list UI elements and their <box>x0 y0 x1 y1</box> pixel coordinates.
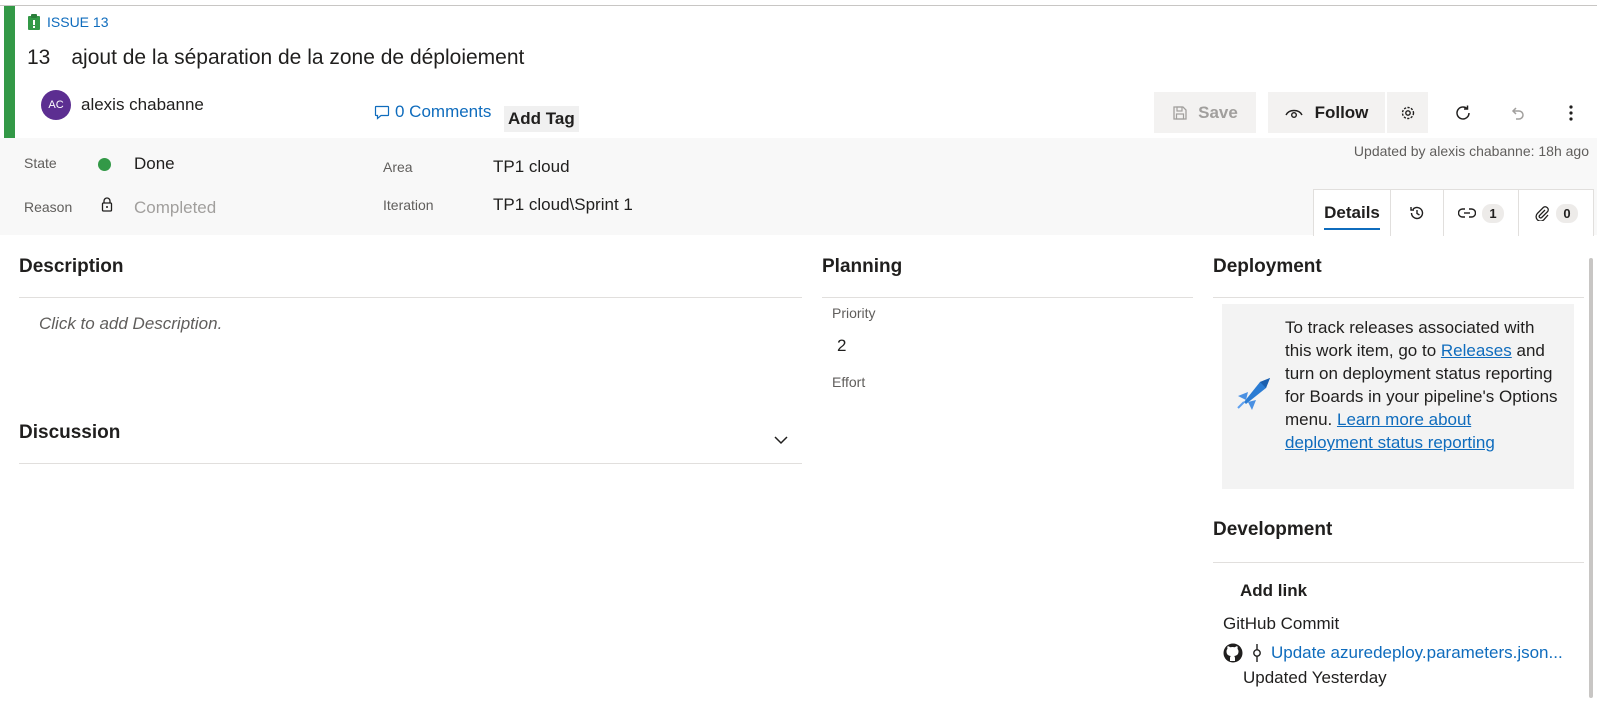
history-icon <box>1410 206 1424 220</box>
work-item-tabs: Details 1 0 <box>1313 189 1594 236</box>
assignee-picker[interactable]: AC alexis chabanne <box>41 90 204 120</box>
follow-button[interactable]: Follow <box>1268 92 1385 133</box>
description-editor[interactable]: Click to add Description. <box>39 314 222 334</box>
refresh-icon <box>1455 105 1470 120</box>
lock-icon <box>101 197 113 212</box>
gear-icon <box>1401 106 1414 119</box>
add-tag-button[interactable]: Add Tag <box>504 106 579 132</box>
state-value[interactable]: Done <box>134 154 175 174</box>
area-value[interactable]: TP1 cloud <box>493 157 570 177</box>
github-commit-group-label: GitHub Commit <box>1223 614 1340 633</box>
github-icon <box>1223 643 1243 663</box>
save-button[interactable]: Save <box>1154 92 1256 133</box>
iteration-label: Iteration <box>383 197 434 213</box>
undo-icon <box>1511 106 1524 120</box>
work-item-header: ISSUE 13 13 ajout de la séparation de la… <box>0 6 1597 138</box>
refresh-button[interactable] <box>1442 92 1483 133</box>
tab-links[interactable]: 1 <box>1444 190 1519 236</box>
attachments-count-badge: 0 <box>1556 203 1578 223</box>
vertical-scrollbar[interactable] <box>1589 258 1593 698</box>
priority-value[interactable]: 2 <box>837 336 846 356</box>
add-link-button[interactable]: Add link <box>1240 581 1307 601</box>
tab-details-label: Details <box>1324 203 1380 222</box>
paperclip-icon <box>1535 206 1550 221</box>
link-icon <box>1458 208 1477 218</box>
commit-item: Update azuredeploy.parameters.json... <box>1223 643 1563 663</box>
links-count-badge: 1 <box>1482 203 1504 223</box>
state-indicator-dot <box>98 158 111 171</box>
deployment-heading: Deployment <box>1213 256 1322 277</box>
deployment-message: To track releases associated with this w… <box>1285 316 1563 454</box>
deployment-info-box: To track releases associated with this w… <box>1222 304 1574 489</box>
save-label: Save <box>1198 102 1238 122</box>
updated-info[interactable]: Updated by alexis chabanne: 18h ago <box>1354 143 1589 159</box>
planning-heading: Planning <box>822 256 903 277</box>
reason-label: Reason <box>24 199 73 215</box>
tab-attachments[interactable]: 0 <box>1519 190 1593 236</box>
settings-button[interactable] <box>1387 92 1428 133</box>
releases-link[interactable]: Releases <box>1441 341 1512 360</box>
work-item-title[interactable]: ajout de la séparation de la zone de dép… <box>71 46 524 70</box>
area-label: Area <box>383 159 413 175</box>
description-heading: Description <box>19 256 124 277</box>
follow-label: Follow <box>1314 102 1369 122</box>
undo-button[interactable] <box>1496 92 1537 133</box>
title-row: 13 ajout de la séparation de la zone de … <box>27 46 524 70</box>
iteration-value[interactable]: TP1 cloud\Sprint 1 <box>493 195 633 215</box>
clipboard-icon <box>28 14 40 30</box>
discussion-heading[interactable]: Discussion <box>19 422 120 444</box>
priority-label: Priority <box>832 305 876 321</box>
eye-icon <box>1284 109 1303 118</box>
description-divider <box>19 297 802 298</box>
deployment-divider <box>1213 297 1584 298</box>
development-divider <box>1213 562 1584 563</box>
comments-count: 0 Comments <box>395 102 492 121</box>
comment-icon <box>374 105 390 120</box>
work-item-id: 13 <box>27 46 51 69</box>
assignee-name: alexis chabanne <box>81 95 204 114</box>
work-item-type-label: ISSUE 13 <box>47 14 109 30</box>
development-heading: Development <box>1213 519 1333 540</box>
more-vertical-icon <box>1568 104 1573 121</box>
commit-link[interactable]: Update azuredeploy.parameters.json... <box>1271 643 1563 663</box>
rocket-icon <box>1237 378 1270 410</box>
planning-divider <box>822 297 1193 298</box>
chevron-down-icon[interactable] <box>774 435 788 445</box>
tab-history[interactable] <box>1391 190 1444 236</box>
avatar: AC <box>41 90 71 120</box>
state-label: State <box>24 155 57 171</box>
tab-selected-underline <box>1324 228 1380 230</box>
comments-link[interactable]: 0 Comments <box>374 102 491 122</box>
save-icon <box>1173 105 1187 120</box>
discussion-divider <box>19 463 802 464</box>
work-item-type: ISSUE 13 <box>27 14 108 30</box>
commit-updated-time: Updated Yesterday <box>1243 668 1387 687</box>
effort-label: Effort <box>832 374 866 390</box>
more-actions-button[interactable] <box>1550 92 1591 133</box>
fields-panel: State Done Reason Completed Area TP1 clo… <box>0 138 1597 236</box>
tab-details[interactable]: Details <box>1314 190 1391 236</box>
reason-value: Completed <box>134 198 217 217</box>
commit-icon <box>1253 644 1261 662</box>
